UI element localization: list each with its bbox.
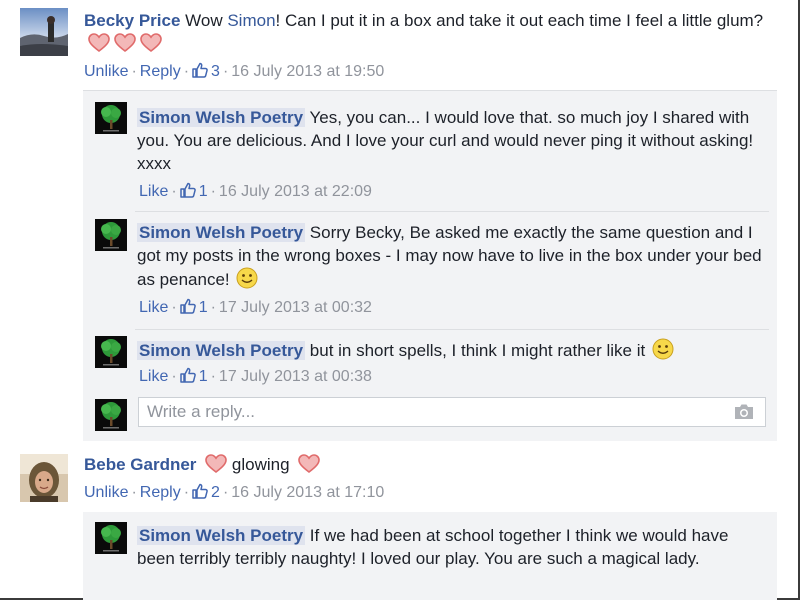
reply-input-box[interactable]	[138, 397, 766, 427]
separator-dot: ·	[183, 484, 190, 501]
like-link[interactable]: Like	[139, 299, 168, 316]
thumbs-up-icon[interactable]	[192, 483, 208, 499]
mention-link[interactable]: Simon	[227, 11, 275, 30]
comment-body: Bebe Gardner glowing	[84, 453, 774, 476]
unlike-link[interactable]: Unlike	[84, 484, 128, 501]
like-count[interactable]: 1	[199, 183, 208, 200]
heart-icon	[114, 33, 136, 53]
separator-dot: ·	[183, 63, 190, 80]
bebe-avatar-image	[20, 454, 68, 502]
like-count[interactable]: 1	[199, 368, 208, 385]
reply-input[interactable]	[147, 401, 707, 423]
like-count[interactable]: 1	[199, 299, 208, 316]
heart-icon	[298, 454, 321, 474]
becky-avatar-image	[20, 8, 68, 56]
timestamp[interactable]: 17 July 2013 at 00:32	[219, 299, 372, 316]
tree-avatar-image	[95, 522, 127, 554]
reply-author[interactable]: Simon Welsh Poetry	[137, 108, 306, 127]
smiley-icon	[652, 338, 674, 360]
separator-dot: ·	[171, 183, 177, 200]
reply-author[interactable]: Simon Welsh Poetry	[137, 341, 306, 360]
smiley-icon	[236, 267, 258, 289]
heart-icon	[140, 33, 162, 53]
comment-actions: Unlike · Reply · 3 · 16 July 2013 at 19:50	[84, 62, 384, 82]
reply-divider	[135, 329, 769, 330]
like-count[interactable]: 3	[211, 63, 220, 80]
avatar[interactable]	[20, 8, 68, 56]
tree-avatar-image	[95, 336, 127, 368]
reply-thread: Simon Welsh Poetry Yes, you can... I wou…	[83, 90, 777, 441]
reply-actions: Like · 1 · 17 July 2013 at 00:32	[139, 298, 372, 318]
avatar	[95, 399, 127, 431]
separator-dot: ·	[210, 368, 216, 385]
separator-dot: ·	[131, 484, 137, 501]
separator-dot: ·	[222, 484, 229, 501]
comment-actions: Unlike · Reply · 2 · 16 July 2013 at 17:10	[84, 483, 384, 503]
thumbs-up-icon[interactable]	[179, 182, 196, 198]
avatar[interactable]	[20, 454, 68, 502]
thumbs-up-icon[interactable]	[192, 62, 208, 78]
reply-author[interactable]: Simon Welsh Poetry	[137, 223, 306, 242]
like-link[interactable]: Like	[139, 368, 168, 385]
reply-actions: Like · 1 · 17 July 2013 at 00:38	[139, 367, 372, 387]
reply-author[interactable]: Simon Welsh Poetry	[137, 526, 306, 545]
avatar[interactable]	[95, 219, 127, 251]
reply-text: but in short spells, I think I might rat…	[309, 341, 646, 360]
separator-dot: ·	[171, 368, 177, 385]
camera-icon[interactable]	[733, 403, 755, 421]
comment-text: glowing	[231, 455, 290, 474]
avatar[interactable]	[95, 102, 127, 134]
avatar[interactable]	[95, 522, 127, 554]
separator-dot: ·	[222, 63, 229, 80]
comment-author[interactable]: Bebe Gardner	[84, 455, 196, 474]
reply-body: Simon Welsh Poetry but in short spells, …	[137, 338, 765, 362]
reply-link[interactable]: Reply	[140, 484, 181, 501]
timestamp[interactable]: 16 July 2013 at 19:50	[231, 63, 384, 80]
comment-author[interactable]: Becky Price	[84, 11, 180, 30]
separator-dot: ·	[210, 183, 216, 200]
like-link[interactable]: Like	[139, 183, 168, 200]
heart-icon	[205, 454, 227, 474]
reply-link[interactable]: Reply	[140, 63, 181, 80]
timestamp[interactable]: 16 July 2013 at 22:09	[219, 183, 372, 200]
reply-body: Simon Welsh Poetry Sorry Becky, Be asked…	[137, 221, 765, 291]
heart-icon	[88, 33, 110, 53]
like-count[interactable]: 2	[211, 484, 220, 501]
separator-dot: ·	[171, 299, 177, 316]
reply-thread: Simon Welsh Poetry If we had been at sch…	[83, 512, 777, 600]
tree-avatar-image	[95, 102, 127, 134]
reply-divider	[135, 211, 769, 212]
separator-dot: ·	[131, 63, 137, 80]
timestamp[interactable]: 17 July 2013 at 00:38	[219, 368, 372, 385]
reply-body: Simon Welsh Poetry Yes, you can... I wou…	[137, 106, 765, 175]
comment-text-start: Wow	[185, 11, 228, 30]
comment-body: Becky Price Wow Simon! Can I put it in a…	[84, 9, 774, 55]
reply-actions: Like · 1 · 16 July 2013 at 22:09	[139, 182, 372, 202]
thumbs-up-icon[interactable]	[179, 367, 196, 383]
timestamp[interactable]: 16 July 2013 at 17:10	[231, 484, 384, 501]
unlike-link[interactable]: Unlike	[84, 63, 128, 80]
tree-avatar-image	[95, 219, 127, 251]
reply-body: Simon Welsh Poetry If we had been at sch…	[137, 524, 765, 570]
avatar[interactable]	[95, 336, 127, 368]
tree-avatar-image	[95, 399, 127, 431]
thumbs-up-icon[interactable]	[179, 298, 196, 314]
separator-dot: ·	[210, 299, 216, 316]
comment-text-end: ! Can I put it in a box and take it out …	[275, 11, 764, 30]
